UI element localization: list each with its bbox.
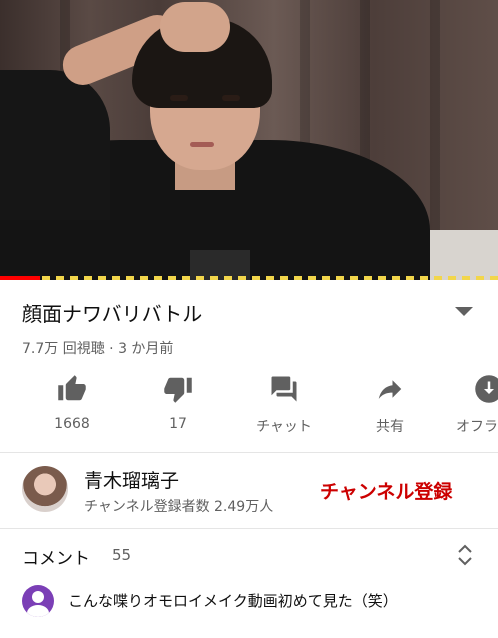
- divider: [0, 452, 498, 453]
- top-comment-text: こんな喋りオモロイメイク動画初めて見た（笑）: [68, 592, 398, 610]
- comments-count: 55: [112, 546, 132, 564]
- video-person-arm: [0, 70, 110, 220]
- offline-button[interactable]: オフラ: [452, 372, 498, 436]
- video-player[interactable]: [0, 0, 498, 280]
- video-person-hand: [160, 2, 230, 52]
- video-person-eye: [170, 95, 188, 101]
- divider: [0, 528, 498, 529]
- video-meta: 7.7万 回視聴 · 3 か月前: [22, 341, 174, 357]
- chevron-down-icon[interactable]: [455, 307, 473, 316]
- thumbs-down-icon: [138, 372, 218, 406]
- channel-avatar[interactable]: [22, 466, 68, 512]
- commenter-avatar-icon: [22, 585, 54, 617]
- video-person-eye: [222, 95, 240, 101]
- download-icon: [452, 372, 498, 406]
- video-progress-played: [0, 276, 40, 280]
- chat-button[interactable]: チャット: [244, 372, 324, 436]
- channel-name[interactable]: 青木瑠璃子: [84, 466, 179, 493]
- action-bar: 1668 17 チャット 共有 オフラ: [0, 372, 498, 442]
- thumbs-up-icon: [32, 372, 112, 406]
- video-progress-bar[interactable]: [0, 276, 498, 280]
- comments-title: コメント: [22, 549, 90, 569]
- like-count: 1668: [54, 416, 90, 432]
- dislike-count: 17: [169, 416, 187, 432]
- share-button[interactable]: 共有: [350, 372, 430, 436]
- chat-label: チャット: [256, 419, 312, 435]
- comments-section[interactable]: コメント 55 こんな喋りオモロイメイク動画初めて見た（笑）: [0, 530, 498, 638]
- share-label: 共有: [376, 419, 404, 435]
- chat-icon: [244, 372, 324, 406]
- video-person-mouth: [190, 142, 214, 147]
- subscribe-button[interactable]: チャンネル登録: [320, 477, 452, 504]
- channel-row[interactable]: 青木瑠璃子 チャンネル登録者数 2.49万人 チャンネル登録: [0, 454, 498, 526]
- video-title: 顔面ナワバリバトル: [22, 302, 203, 326]
- dislike-button[interactable]: 17: [138, 372, 218, 432]
- share-icon: [350, 372, 430, 406]
- like-button[interactable]: 1668: [32, 372, 112, 432]
- expand-collapse-icon[interactable]: [454, 542, 476, 568]
- channel-subscriber-count: チャンネル登録者数 2.49万人: [84, 499, 274, 515]
- offline-label: オフラ: [456, 419, 498, 435]
